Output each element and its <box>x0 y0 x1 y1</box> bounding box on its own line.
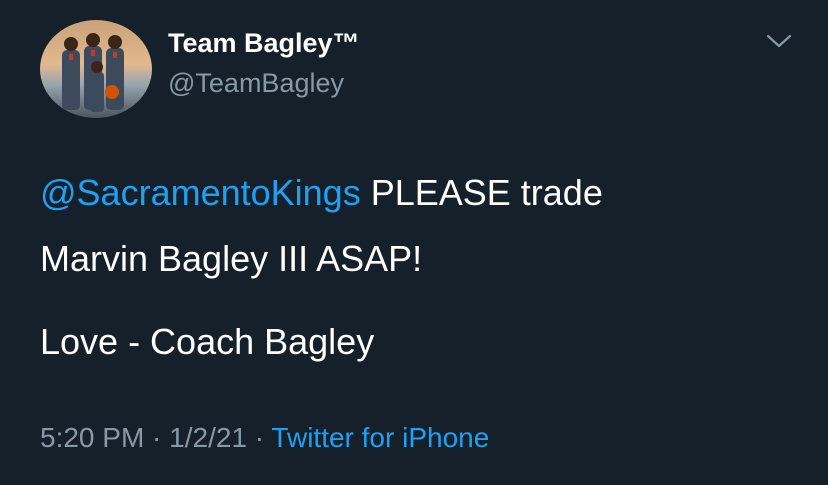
user-handle[interactable]: @TeamBagley <box>168 68 344 99</box>
tweet-date: 1/2/21 <box>169 422 248 453</box>
tweet-time: 5:20 PM <box>40 422 145 453</box>
display-name[interactable]: Team Bagley™ <box>168 28 360 59</box>
chevron-down-icon[interactable] <box>764 30 794 52</box>
tweet-card: Team Bagley™ @TeamBagley @SacramentoKing… <box>0 0 828 485</box>
tweet-text-line-2: Marvin Bagley III ASAP! <box>40 238 423 279</box>
tweet-text-line-3: Love - Coach Bagley <box>40 321 375 362</box>
source-link[interactable]: Twitter for iPhone <box>271 422 489 453</box>
tweet-meta: 5:20 PM · 1/2/21 · Twitter for iPhone <box>40 422 489 454</box>
separator: · <box>247 422 272 453</box>
tweet-text-line-1: @SacramentoKings PLEASE trade <box>40 171 603 215</box>
mention-link[interactable]: @SacramentoKings <box>40 172 361 213</box>
separator: · <box>144 422 170 453</box>
tweet-text-fragment: PLEASE trade <box>360 172 603 213</box>
avatar[interactable] <box>40 20 152 118</box>
